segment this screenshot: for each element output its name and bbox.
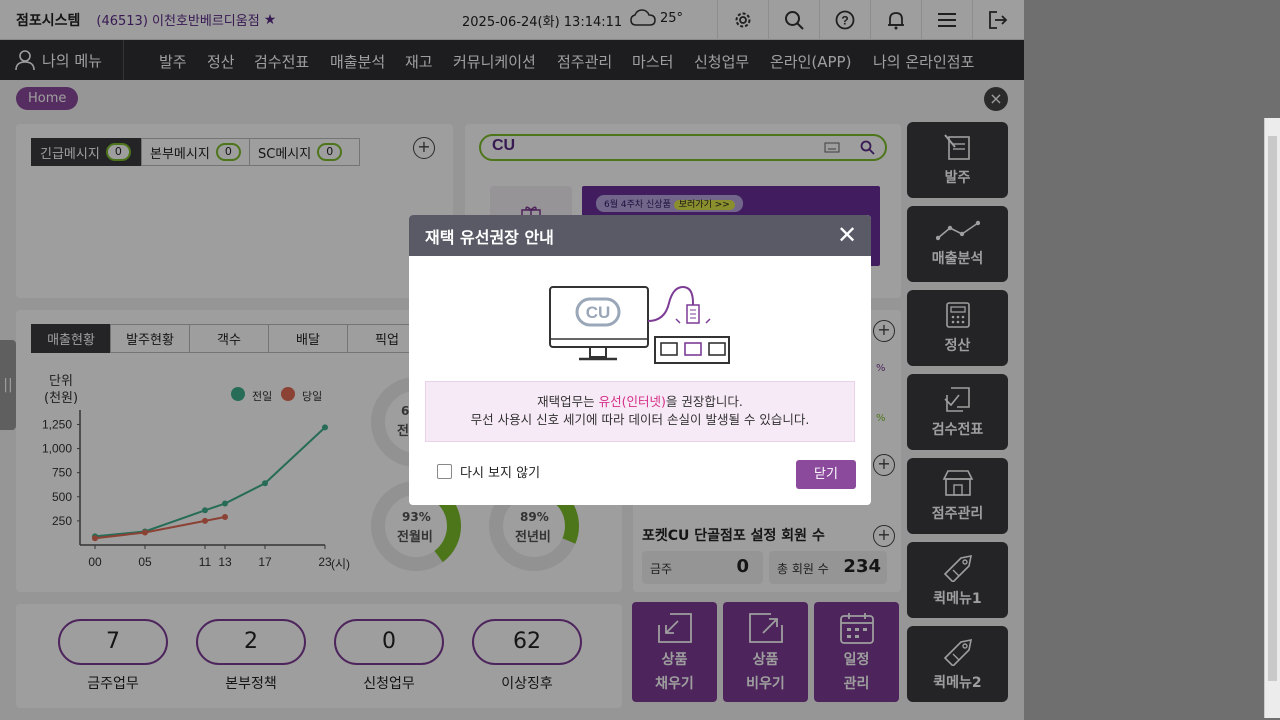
dont-show-again-checkbox[interactable] [437, 464, 452, 479]
svg-text:CU: CU [586, 303, 611, 322]
modal-close-button[interactable]: 닫기 [796, 460, 856, 489]
wired-network-illustration: CU [549, 285, 730, 364]
modal-header: 재택 유선권장 안내 ✕ [409, 215, 871, 256]
modal-dialog: 재택 유선권장 안내 ✕ CU 재택업무는 유선(인터넷)을 권장합니다. 무선… [409, 215, 871, 505]
close-icon[interactable]: ✕ [835, 223, 859, 247]
scroll-thumb[interactable] [1268, 136, 1277, 681]
notice-line-1: 재택업무는 유선(인터넷)을 권장합니다. [537, 394, 743, 409]
modal-title: 재택 유선권장 안내 [425, 227, 554, 247]
dont-show-again-row[interactable]: 다시 보지 않기 [437, 462, 540, 481]
outer-background [1024, 0, 1280, 720]
dont-show-again-label: 다시 보지 않기 [460, 466, 541, 481]
notice-box: 재택업무는 유선(인터넷)을 권장합니다. 무선 사용시 신호 세기에 따라 데… [425, 381, 855, 442]
scrollbar[interactable] [1264, 118, 1280, 718]
notice-line-2: 무선 사용시 신호 세기에 따라 데이터 손실이 발생될 수 있습니다. [470, 412, 810, 427]
